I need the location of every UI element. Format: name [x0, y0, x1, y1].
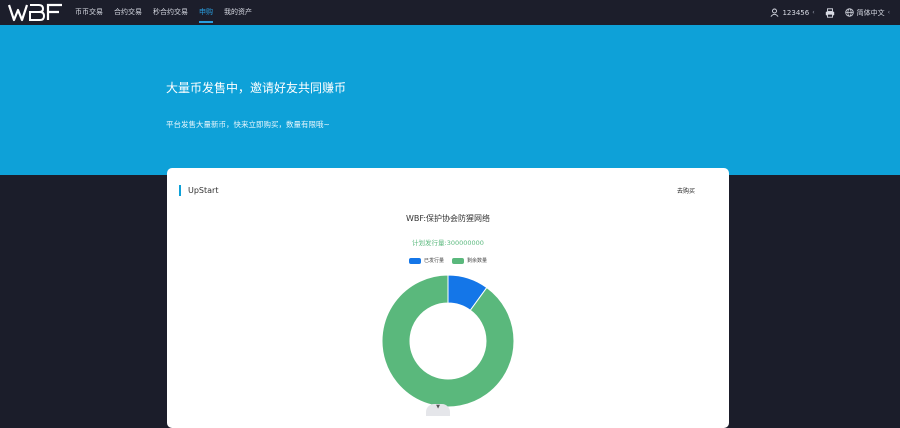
accent-bar: [179, 185, 181, 196]
buy-button[interactable]: 去购买: [677, 186, 695, 195]
legend-swatch-issued: [408, 257, 421, 264]
language-selector[interactable]: 简体中文 ‹: [844, 8, 890, 18]
chevron-down-icon: ‹: [887, 9, 890, 16]
header-right: 123456 ‹ 简体中文 ‹: [770, 0, 890, 25]
donut-slice-remaining[interactable]: [381, 274, 515, 408]
supply-donut-chart: [381, 274, 515, 408]
nav-contract-trading[interactable]: 合约交易: [114, 0, 142, 25]
printer-icon[interactable]: [825, 7, 835, 18]
nav-subscription[interactable]: 申购: [199, 0, 213, 25]
hero-title: 大量币发售中，邀请好友共同赚币: [166, 81, 347, 95]
legend-label-issued: 已发行量: [423, 258, 444, 264]
main-nav: 币币交易 合约交易 秒合约交易 申购 我的资产: [75, 0, 252, 25]
nav-my-assets[interactable]: 我的资产: [224, 0, 252, 25]
card-header: UpStart: [179, 185, 218, 196]
username: 123456: [782, 8, 810, 17]
subscription-card: UpStart 去购买 WBF:保护协会防猩网络 计划发行量:300000000…: [167, 168, 729, 428]
globe-icon: [844, 8, 854, 17]
legend-item-remaining[interactable]: 剩余数量: [452, 257, 487, 264]
user-menu[interactable]: 123456 ‹: [770, 8, 815, 17]
chevron-down-icon: ‹: [812, 9, 815, 16]
user-icon: [771, 8, 779, 17]
legend-swatch-remaining: [452, 257, 464, 264]
chart-legend: 已发行量 剩余数量: [167, 257, 729, 264]
nav-spot-trading[interactable]: 币币交易: [75, 0, 103, 25]
card-title: UpStart: [188, 186, 219, 195]
planned-issuance: 计划发行量:300000000: [412, 239, 484, 247]
scroll-down-handle[interactable]: ▼: [426, 404, 450, 416]
nav-second-contract[interactable]: 秒合约交易: [153, 0, 188, 25]
legend-label-remaining: 剩余数量: [467, 258, 488, 264]
wbf-logo[interactable]: [8, 2, 64, 23]
chevron-down-icon: ▼: [436, 404, 440, 410]
top-navigation-bar: 币币交易 合约交易 秒合约交易 申购 我的资产 123456 ‹ 简体中文 ‹: [0, 0, 900, 25]
project-name: WBF:保护协会防猩网络: [405, 214, 491, 223]
legend-item-issued[interactable]: 已发行量: [408, 257, 444, 264]
hero-banner: 大量币发售中，邀请好友共同赚币 平台发售大量新币，快来立即购买，数量有限哦~: [0, 25, 900, 175]
language-label: 简体中文: [856, 8, 885, 17]
hero-subtitle: 平台发售大量新币，快来立即购买，数量有限哦~: [166, 120, 330, 129]
